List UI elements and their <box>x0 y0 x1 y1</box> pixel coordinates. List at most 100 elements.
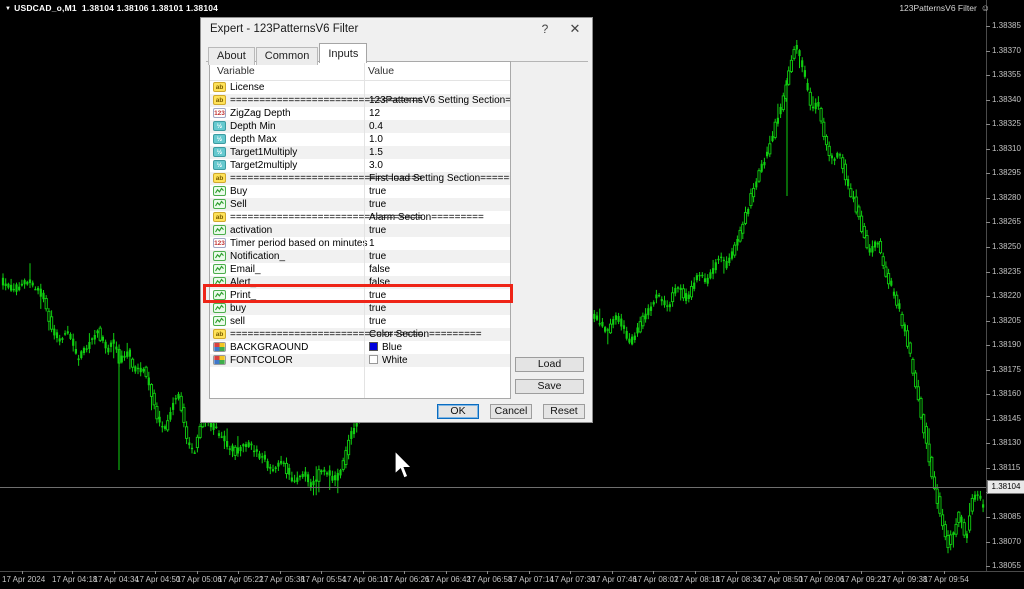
param-row-zigzag-depth[interactable]: 123ZigZag Depth12 <box>210 107 510 120</box>
close-icon[interactable]: ✕ <box>566 21 584 37</box>
symbol-info-bar[interactable]: ▼USDCAD_o,M1 1.38104 1.38106 1.38101 1.3… <box>5 3 218 13</box>
param-row-buy[interactable]: buy true <box>210 302 510 315</box>
price-tick <box>986 394 990 395</box>
param-row-target2multiply[interactable]: ½Target2multiply3.0 <box>210 159 510 172</box>
column-divider <box>364 62 365 398</box>
tab-inputs[interactable]: Inputs <box>319 43 367 63</box>
param-value[interactable]: true <box>369 315 386 328</box>
string-type-icon: ab <box>213 173 226 183</box>
load-button[interactable]: Load <box>515 357 584 372</box>
price-tick <box>986 370 990 371</box>
price-axis-label: 1.38340 <box>992 95 1021 104</box>
cancel-button[interactable]: Cancel <box>490 404 532 419</box>
price-axis-label: 1.38310 <box>992 144 1021 153</box>
param-variable: activation <box>230 224 272 237</box>
param-variable: Depth Min <box>230 120 276 133</box>
tab-about[interactable]: About <box>208 47 255 65</box>
param-row-section[interactable]: ab=================================123Pa… <box>210 94 510 107</box>
time-axis-label: 17 Apr 07:46 <box>592 575 637 584</box>
param-value[interactable]: true <box>369 185 386 198</box>
time-tick <box>570 571 571 574</box>
price-axis-label: 1.38250 <box>992 242 1021 251</box>
price-axis-label: 1.38355 <box>992 70 1021 79</box>
symbol-name: USDCAD_o,M1 <box>14 3 77 13</box>
time-axis-label: 17 Apr 05:06 <box>177 575 222 584</box>
tab-common[interactable]: Common <box>256 47 319 65</box>
param-row-backgraound[interactable]: BACKGRAOUNDBlue <box>210 341 510 354</box>
param-row-section[interactable]: ab=================================Alarm… <box>210 211 510 224</box>
param-variable: buy <box>230 302 246 315</box>
time-axis-label: 17 Apr 07:30 <box>550 575 595 584</box>
param-row-section[interactable]: ab=================================Color… <box>210 328 510 341</box>
param-value[interactable]: 1.5 <box>369 146 383 159</box>
param-value[interactable]: 1 <box>369 237 375 250</box>
integer-type-icon: 123 <box>213 108 226 118</box>
price-tick <box>986 247 990 248</box>
param-value[interactable]: Color Section========= <box>369 328 482 341</box>
param-row-target1multiply[interactable]: ½Target1Multiply1.5 <box>210 146 510 159</box>
time-tick <box>695 571 696 574</box>
time-axis-label: 17 Apr 09:38 <box>882 575 927 584</box>
time-axis-label: 17 Apr 08:34 <box>716 575 761 584</box>
reset-button[interactable]: Reset <box>543 404 585 419</box>
time-tick <box>197 571 198 574</box>
param-value[interactable]: true <box>369 224 386 237</box>
param-row-fontcolor[interactable]: FONTCOLOR White <box>210 354 510 367</box>
param-variable: License <box>230 81 264 94</box>
param-value[interactable]: First load Setting Section========= <box>369 172 511 185</box>
column-value: Value <box>368 65 394 77</box>
dialog-title: Expert - 123PatternsV6 Filter <box>210 23 358 35</box>
ok-button[interactable]: OK <box>437 404 479 419</box>
time-axis-label: 17 Apr 09:06 <box>799 575 844 584</box>
time-axis-label: 17 Apr 08:50 <box>758 575 803 584</box>
time-axis-label: 17 Apr 09:22 <box>841 575 886 584</box>
param-variable: FONTCOLOR <box>230 354 293 367</box>
param-row-sell[interactable]: selltrue <box>210 315 510 328</box>
param-variable: depth Max <box>230 133 277 146</box>
time-axis-label: 17 Apr 06:26 <box>384 575 429 584</box>
param-row-sell[interactable]: Selltrue <box>210 198 510 211</box>
param-row-activation[interactable]: activation true <box>210 224 510 237</box>
param-value[interactable]: 12 <box>369 107 380 120</box>
param-row-buy[interactable]: Buytrue <box>210 185 510 198</box>
price-axis-label: 1.38220 <box>992 291 1021 300</box>
price-tick <box>986 198 990 199</box>
param-value[interactable]: true <box>369 250 386 263</box>
param-variable: Target2multiply <box>230 159 297 172</box>
price-tick <box>986 296 990 297</box>
param-row-depth-min[interactable]: ½ Depth Min 0.4 <box>210 120 510 133</box>
time-axis-label: 17 Apr 2024 <box>2 575 45 584</box>
param-value[interactable]: 3.0 <box>369 159 383 172</box>
price-tick <box>986 443 990 444</box>
param-row-license[interactable]: abLicense <box>210 81 510 94</box>
time-axis[interactable]: 17 Apr 202417 Apr 04:1817 Apr 04:3417 Ap… <box>0 571 1024 589</box>
time-tick <box>321 571 322 574</box>
param-row-section[interactable]: ab=================================First… <box>210 172 510 185</box>
dialog-titlebar[interactable]: Expert - 123PatternsV6 Filter ? ✕ <box>201 18 592 40</box>
param-row-notification[interactable]: Notification_true <box>210 250 510 263</box>
indicator-name: 123PatternsV6 Filter <box>899 3 976 13</box>
param-value[interactable]: Alarm Section========= <box>369 211 484 224</box>
param-value[interactable]: 0.4 <box>369 120 383 133</box>
time-axis-label: 17 Apr 05:38 <box>260 575 305 584</box>
param-value[interactable]: false <box>369 263 390 276</box>
price-tick <box>986 345 990 346</box>
param-value[interactable]: White <box>369 354 408 367</box>
help-button[interactable]: ? <box>536 21 554 37</box>
param-row-depth-max[interactable]: ½depth Max1.0 <box>210 133 510 146</box>
param-value[interactable]: 1.0 <box>369 133 383 146</box>
time-tick <box>736 571 737 574</box>
param-value[interactable]: Blue <box>369 341 402 354</box>
param-row-email[interactable]: Email_false <box>210 263 510 276</box>
param-value[interactable]: true <box>369 198 386 211</box>
param-row-timer-period-based-on-minutes[interactable]: 123Timer period based on minutes1 <box>210 237 510 250</box>
price-tick <box>986 517 990 518</box>
param-value[interactable]: 123PatternsV6 Setting Section========= <box>369 94 511 107</box>
time-tick <box>363 571 364 574</box>
double-type-icon: ½ <box>213 121 226 131</box>
param-value[interactable]: true <box>369 302 386 315</box>
time-axis-label: 17 Apr 08:18 <box>675 575 720 584</box>
save-button[interactable]: Save <box>515 379 584 394</box>
time-axis-label: 17 Apr 06:58 <box>467 575 512 584</box>
time-tick <box>944 571 945 574</box>
